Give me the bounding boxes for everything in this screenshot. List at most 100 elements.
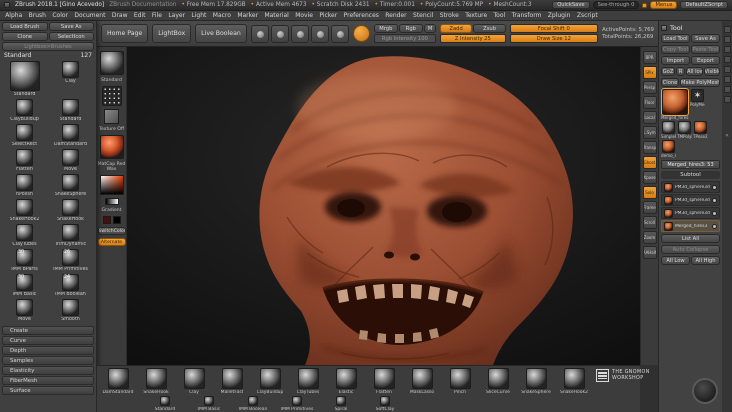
brush-item[interactable]: 30 IMM BParts [2,249,47,273]
rgb-intensity-slider[interactable]: Rgb Intensity 100 [373,34,436,43]
brush-item[interactable]: Move [48,149,93,173]
menu-zplugin[interactable]: Zplugin [545,12,574,19]
palette-dock-icon[interactable] [723,26,731,33]
frame-icon[interactable]: Frame [642,201,657,214]
live-boolean-button[interactable]: Live Boolean [195,24,247,43]
tool-item[interactable]: TMPolyMesh_1 [677,121,692,139]
tray-brush[interactable]: SnakeHook2 [555,368,593,396]
m-button[interactable]: M [423,24,436,33]
tool-item[interactable]: ✶PolyMesh3D [690,89,705,120]
focal-shift-slider[interactable]: Focal Shift 0 [509,24,598,33]
visible-button[interactable]: Visible [703,67,720,76]
palette-dock-icon[interactable] [723,46,731,53]
tray-brush[interactable]: Elastic [327,368,365,396]
lsym-icon[interactable]: L.Sym [642,126,657,139]
menu-alpha[interactable]: Alpha [2,12,25,19]
see-through-slider[interactable]: See-through 0 [592,1,640,9]
copy-tool-button[interactable]: Copy Tool [661,45,690,54]
goz-button[interactable]: GoZ [661,67,675,76]
menu-tool[interactable]: Tool [490,12,508,19]
draw-mode-icon[interactable] [270,24,289,43]
floor-icon[interactable]: Floor [642,96,657,109]
brush-item[interactable]: 30 IMM Basic [2,274,47,298]
menu-preferences[interactable]: Preferences [340,12,382,19]
brush-item[interactable]: hPolish [2,174,47,198]
tray-brush[interactable]: Standard [143,396,187,412]
brush-item[interactable]: SnakeSphere [48,174,93,198]
alternate-button[interactable]: Alternate [97,238,126,246]
menus-button[interactable]: Menus [650,1,678,9]
menu-edit[interactable]: Edit [131,12,149,19]
tray-brush[interactable]: Pinch [441,368,479,396]
scroll-icon[interactable]: Scroll [642,216,657,229]
brush-item[interactable]: TrimDynamic [48,224,93,248]
import-button[interactable]: Import [661,56,690,65]
subtool-row[interactable]: PM3d_sphere3d1_8 [661,181,720,193]
tray-brush[interactable]: Flatten [365,368,403,396]
menu-draw[interactable]: Draw [109,12,131,19]
tray-collapse-handle[interactable]: « [725,132,729,139]
brush-item[interactable]: ClayTubes [2,224,47,248]
clone-tool-button[interactable]: Clone [661,78,679,87]
tray-brush[interactable]: ClayTubes [289,368,327,396]
brush-item[interactable]: 24 IMM Boolean [48,274,93,298]
current-brush-icon[interactable] [99,51,124,75]
menu-macro[interactable]: Macro [210,12,235,19]
menu-stroke[interactable]: Stroke [437,12,463,19]
tray-brush[interactable]: MalletFast [213,368,251,396]
eye-icon[interactable] [712,210,717,216]
section-fibermesh[interactable]: FiberMesh [2,376,94,385]
mrgb-button[interactable]: Mrgb [373,24,398,33]
list-all-button[interactable]: List All [661,234,720,243]
brush-item[interactable]: Move [2,299,47,323]
lightbox-button[interactable]: LightBox [152,24,192,43]
brush-item[interactable]: SelectRect [2,124,47,148]
all-low-sdiv-button[interactable]: All Low [661,256,690,265]
section-create[interactable]: Create [2,326,94,335]
tray-brush[interactable]: SnakeHook [137,368,175,396]
brush-item[interactable]: Standard [2,61,47,98]
spix-icon[interactable]: SPix [642,66,657,79]
ghost-icon[interactable]: Ghost [642,156,657,169]
menu-layer[interactable]: Layer [165,12,188,19]
brush-item[interactable]: DamStandard [48,124,93,148]
section-depth[interactable]: Depth [2,346,94,355]
viewport[interactable] [127,47,640,365]
brush-item[interactable]: SnakeHook2 [2,199,47,223]
palette-dock-icon[interactable] [723,76,731,83]
switch-color-button[interactable]: SwitchColor [97,227,126,235]
menu-stencil[interactable]: Stencil [410,12,437,19]
section-samples[interactable]: Samples [2,356,94,365]
tool-item[interactable]: TPose2_skin_lo [693,121,708,139]
tray-brush[interactable]: IMM Basic [187,396,231,412]
gradient-label[interactable]: Gradient [102,208,122,213]
all-low-button[interactable]: All low [686,67,703,76]
palette-dock-icon[interactable] [723,36,731,43]
quicksave-button[interactable]: QuickSave [552,1,590,9]
secondary-color-swatch[interactable] [112,216,121,224]
section-surface[interactable]: Surface [2,386,94,395]
solo-icon[interactable]: Solo [642,186,657,199]
tray-brush[interactable]: DamStandard [99,368,137,396]
scale-mode-icon[interactable] [310,24,329,43]
home-page-button[interactable]: Home Page [101,24,149,43]
zsub-button[interactable]: Zsub [473,24,506,33]
section-curve[interactable]: Curve [2,336,94,345]
menu-file[interactable]: File [149,12,165,19]
persp-icon[interactable]: Persp [642,81,657,94]
doc-link[interactable]: ZBrush Documentation [109,2,176,8]
lightbox-brushes-toggle[interactable]: Lightbox>Brushes [2,42,94,51]
subtool-row[interactable]: Merged_hires3 [661,220,720,232]
sculptris-pro-icon[interactable] [352,25,370,42]
clone-brush-button[interactable]: Clone [2,32,48,41]
auto-collapse-button[interactable]: Auto Collapse [661,245,720,254]
subtool-header[interactable]: Subtool [661,171,720,179]
select-icon-button[interactable]: SelectIcon [48,32,94,41]
brush-item[interactable]: Flatten [2,149,47,173]
eye-icon[interactable] [712,197,717,203]
tray-brush[interactable]: Clay [175,368,213,396]
palette-dock-icon[interactable] [723,56,731,63]
move-mode-icon[interactable] [290,24,309,43]
palette-dock-icon[interactable] [723,66,731,73]
color-picker[interactable] [99,175,124,195]
